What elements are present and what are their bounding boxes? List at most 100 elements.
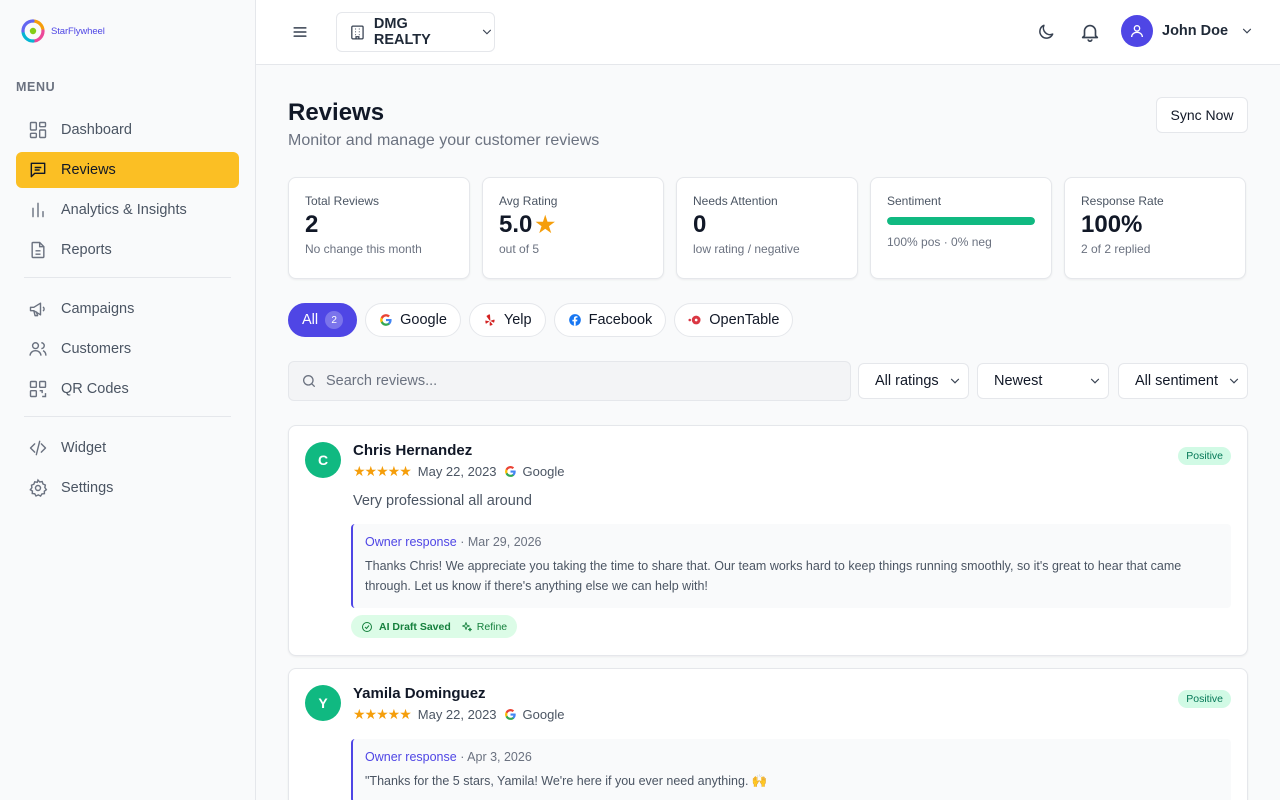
- sidebar-item-label: Customers: [61, 341, 132, 357]
- user-icon: [1131, 25, 1143, 38]
- users-icon: [29, 342, 47, 356]
- sidebar-item-customers[interactable]: Customers: [16, 331, 239, 367]
- sidebar-item-label: Settings: [61, 480, 114, 496]
- filter-chip-yelp[interactable]: Yelp: [468, 303, 546, 337]
- stat-note: 2 of 2 replied: [1081, 242, 1151, 256]
- reviewer-avatar: C: [305, 442, 341, 478]
- user-name: John Doe: [1162, 23, 1229, 39]
- star-icon: ★: [535, 212, 556, 237]
- bar-chart-icon: [32, 202, 44, 218]
- code-icon: [29, 440, 47, 456]
- reviewer-name: Yamila Dominguez: [353, 685, 486, 702]
- qr-code-icon: [29, 380, 47, 398]
- bell-icon[interactable]: [1079, 21, 1101, 43]
- search-input[interactable]: [326, 373, 826, 389]
- reviewer-avatar: Y: [305, 685, 341, 721]
- select-value: Newest: [994, 373, 1043, 389]
- sidebar-item-label: Widget: [61, 440, 107, 456]
- user-menu[interactable]: John Doe: [1121, 15, 1254, 47]
- review-source-name: Google: [522, 464, 565, 479]
- chevron-down-icon: [1242, 28, 1252, 34]
- chip-label: Facebook: [588, 312, 653, 328]
- search-box: [288, 361, 851, 401]
- stat-value: 0: [693, 211, 841, 239]
- filter-chip-opentable[interactable]: OpenTable: [674, 303, 794, 337]
- owner-response-text: Thanks Chris! We appreciate you taking t…: [365, 559, 1182, 593]
- sidebar-item-qr-codes[interactable]: QR Codes: [16, 371, 239, 407]
- rating-filter-select[interactable]: All ratings: [858, 363, 969, 399]
- sidebar-item-settings[interactable]: Settings: [16, 470, 239, 506]
- stat-label: Sentiment: [887, 194, 942, 208]
- stat-note: No change this month: [305, 242, 422, 256]
- google-icon: [380, 314, 392, 326]
- sentiment-filter-select[interactable]: All sentiment: [1118, 363, 1248, 399]
- megaphone-icon: [29, 302, 45, 317]
- filter-chip-google[interactable]: Google: [365, 303, 461, 337]
- chip-count: 2: [325, 311, 344, 329]
- review-source: Google: [504, 464, 565, 479]
- organization-selector[interactable]: DMG REALTY: [336, 12, 495, 52]
- page-title: Reviews: [288, 99, 385, 126]
- sidebar-item-campaigns[interactable]: Campaigns: [16, 291, 239, 327]
- sidebar: StarFlywheel MENU Dashboard Reviews Anal…: [0, 0, 256, 800]
- sidebar-item-reports[interactable]: Reports: [16, 232, 239, 268]
- file-text-icon: [31, 241, 45, 259]
- page-subtitle: Monitor and manage your customer reviews: [288, 132, 600, 149]
- sentiment-badge: Positive: [1178, 447, 1231, 465]
- filter-chip-all[interactable]: All 2: [288, 303, 358, 337]
- check-circle-icon: [362, 621, 372, 632]
- brand-logo[interactable]: StarFlywheel: [21, 19, 105, 43]
- chip-label: Yelp: [503, 312, 532, 328]
- review-date: May 22, 2023: [417, 707, 497, 722]
- owner-response: Owner response · Apr 3, 2026 "Thanks for…: [351, 739, 1231, 800]
- chevron-down-icon: [1229, 378, 1239, 384]
- ai-draft-label: AI Draft Saved: [379, 620, 451, 633]
- review-date: May 22, 2023: [417, 464, 497, 479]
- sidebar-nav-main: Dashboard Reviews Analytics & Insights R…: [16, 112, 239, 510]
- stat-label: Response Rate: [1081, 194, 1164, 208]
- sidebar-item-analytics[interactable]: Analytics & Insights: [16, 192, 239, 228]
- search-icon: [303, 375, 315, 387]
- review-card: C Chris Hernandez ★★★★★ May 22, 2023 Goo…: [288, 425, 1248, 656]
- stat-label: Needs Attention: [693, 194, 778, 208]
- sidebar-item-label: Dashboard: [61, 122, 132, 138]
- stat-card-response-rate: Response Rate 100% 2 of 2 replied: [1064, 177, 1246, 279]
- owner-response-text: "Thanks for the 5 stars, Yamila! We're h…: [365, 774, 768, 788]
- chevron-down-icon: [1090, 378, 1100, 384]
- google-icon: [504, 709, 516, 720]
- hamburger-menu-icon[interactable]: [290, 22, 310, 42]
- facebook-icon: [568, 314, 581, 326]
- sidebar-item-reviews[interactable]: Reviews: [16, 152, 239, 188]
- reviewer-name: Chris Hernandez: [353, 442, 473, 459]
- owner-response-date: · Mar 29, 2026: [460, 535, 542, 549]
- star-rating: ★★★★★: [353, 463, 412, 479]
- dashboard-icon: [29, 121, 47, 139]
- sparkles-icon: [461, 621, 472, 631]
- avatar: [1121, 15, 1153, 47]
- stat-number: 5.0: [499, 211, 533, 238]
- sidebar-divider: [24, 277, 231, 278]
- ai-draft-status: AI Draft Saved Refine: [351, 615, 518, 638]
- filter-chip-facebook[interactable]: Facebook: [553, 303, 667, 337]
- sidebar-item-dashboard[interactable]: Dashboard: [16, 112, 239, 148]
- moon-icon[interactable]: [1036, 22, 1056, 42]
- star-rating: ★★★★★: [353, 706, 412, 722]
- sidebar-item-label: Reviews: [61, 162, 116, 178]
- owner-response-label: Owner response: [365, 535, 457, 549]
- sidebar-item-label: QR Codes: [61, 381, 129, 397]
- stat-value: 2: [305, 211, 453, 239]
- sync-now-button[interactable]: Sync Now: [1156, 97, 1248, 133]
- sort-select[interactable]: Newest: [977, 363, 1109, 399]
- sidebar-item-label: Reports: [61, 242, 112, 258]
- chevron-down-icon: [482, 29, 492, 35]
- stat-note: out of 5: [499, 242, 540, 256]
- source-filter-chips: All 2 Google Yelp Facebook OpenTable: [288, 303, 794, 337]
- review-meta: ★★★★★ May 22, 2023 Google: [353, 463, 564, 480]
- owner-response-label: Owner response: [365, 750, 457, 764]
- flywheel-logo-icon: [21, 19, 45, 43]
- stat-card-total-reviews: Total Reviews 2 No change this month: [288, 177, 470, 279]
- stat-card-needs-attention: Needs Attention 0 low rating / negative: [676, 177, 858, 279]
- sidebar-item-widget[interactable]: Widget: [16, 430, 239, 466]
- refine-button[interactable]: Refine: [461, 621, 507, 633]
- stats-row: Total Reviews 2 No change this month Avg…: [288, 177, 1248, 279]
